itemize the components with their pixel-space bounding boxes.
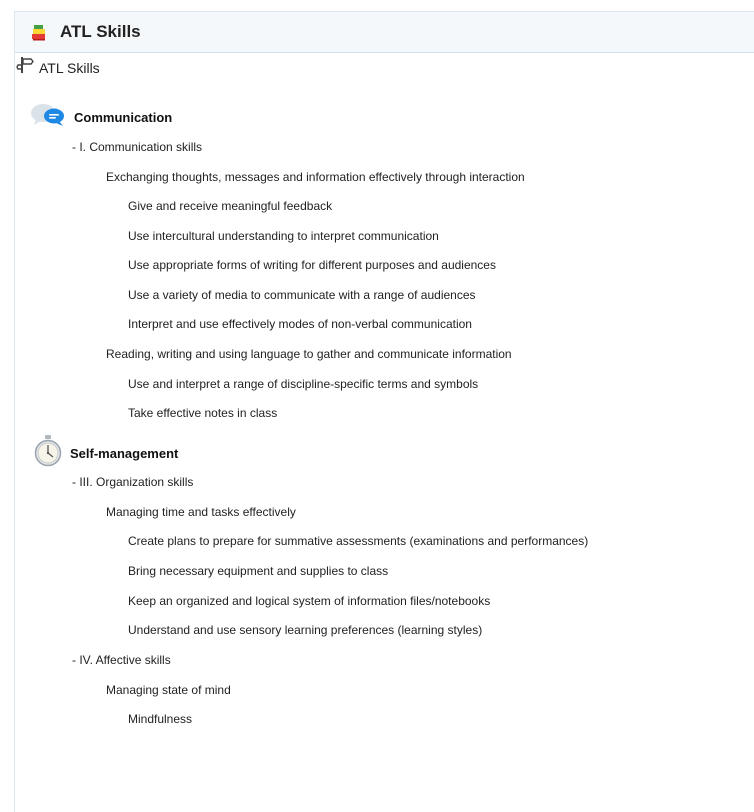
skill-item: Take effective notes in class: [128, 406, 278, 420]
clock-icon: [34, 435, 62, 472]
page-title: ATL Skills: [60, 22, 141, 41]
section-title-row: ATL Skills: [16, 56, 100, 79]
skill-item: Interpret and use effectively modes of n…: [128, 317, 472, 331]
chat-bubbles-icon: [30, 102, 66, 133]
cluster-label: - III. Organization skills: [72, 475, 194, 489]
skill-item: Give and receive meaningful feedback: [128, 199, 333, 213]
signpost-icon: [16, 56, 34, 79]
category-communication: Communication: [30, 102, 172, 133]
group-label: Reading, writing and using language to g…: [106, 347, 512, 361]
category-label: Communication: [74, 110, 173, 125]
skill-item: Understand and use sensory learning pref…: [128, 623, 483, 637]
skill-item: Create plans to prepare for summative as…: [128, 534, 589, 548]
panel-header: ATL Skills: [15, 12, 754, 53]
category-label: Self-management: [70, 446, 179, 461]
group-label: Managing time and tasks effectively: [106, 505, 296, 519]
cluster-label: - I. Communication skills: [72, 140, 203, 154]
skill-item: Keep an organized and logical system of …: [128, 594, 491, 608]
category-self-management: Self-management: [34, 435, 178, 472]
skill-item: Use appropriate forms of writing for dif…: [128, 258, 496, 272]
books-icon: [31, 23, 47, 41]
skill-item: Use and interpret a range of discipline-…: [128, 377, 479, 391]
skill-item: Use intercultural understanding to inter…: [128, 229, 439, 243]
section-title: ATL Skills: [39, 59, 100, 76]
skill-item: Mindfulness: [128, 712, 193, 726]
skill-item: Bring necessary equipment and supplies t…: [128, 564, 389, 578]
group-label: Exchanging thoughts, messages and inform…: [106, 170, 525, 184]
cluster-label: - IV. Affective skills: [72, 653, 171, 667]
skill-item: Use a variety of media to communicate wi…: [128, 288, 476, 302]
group-label: Managing state of mind: [106, 683, 231, 697]
